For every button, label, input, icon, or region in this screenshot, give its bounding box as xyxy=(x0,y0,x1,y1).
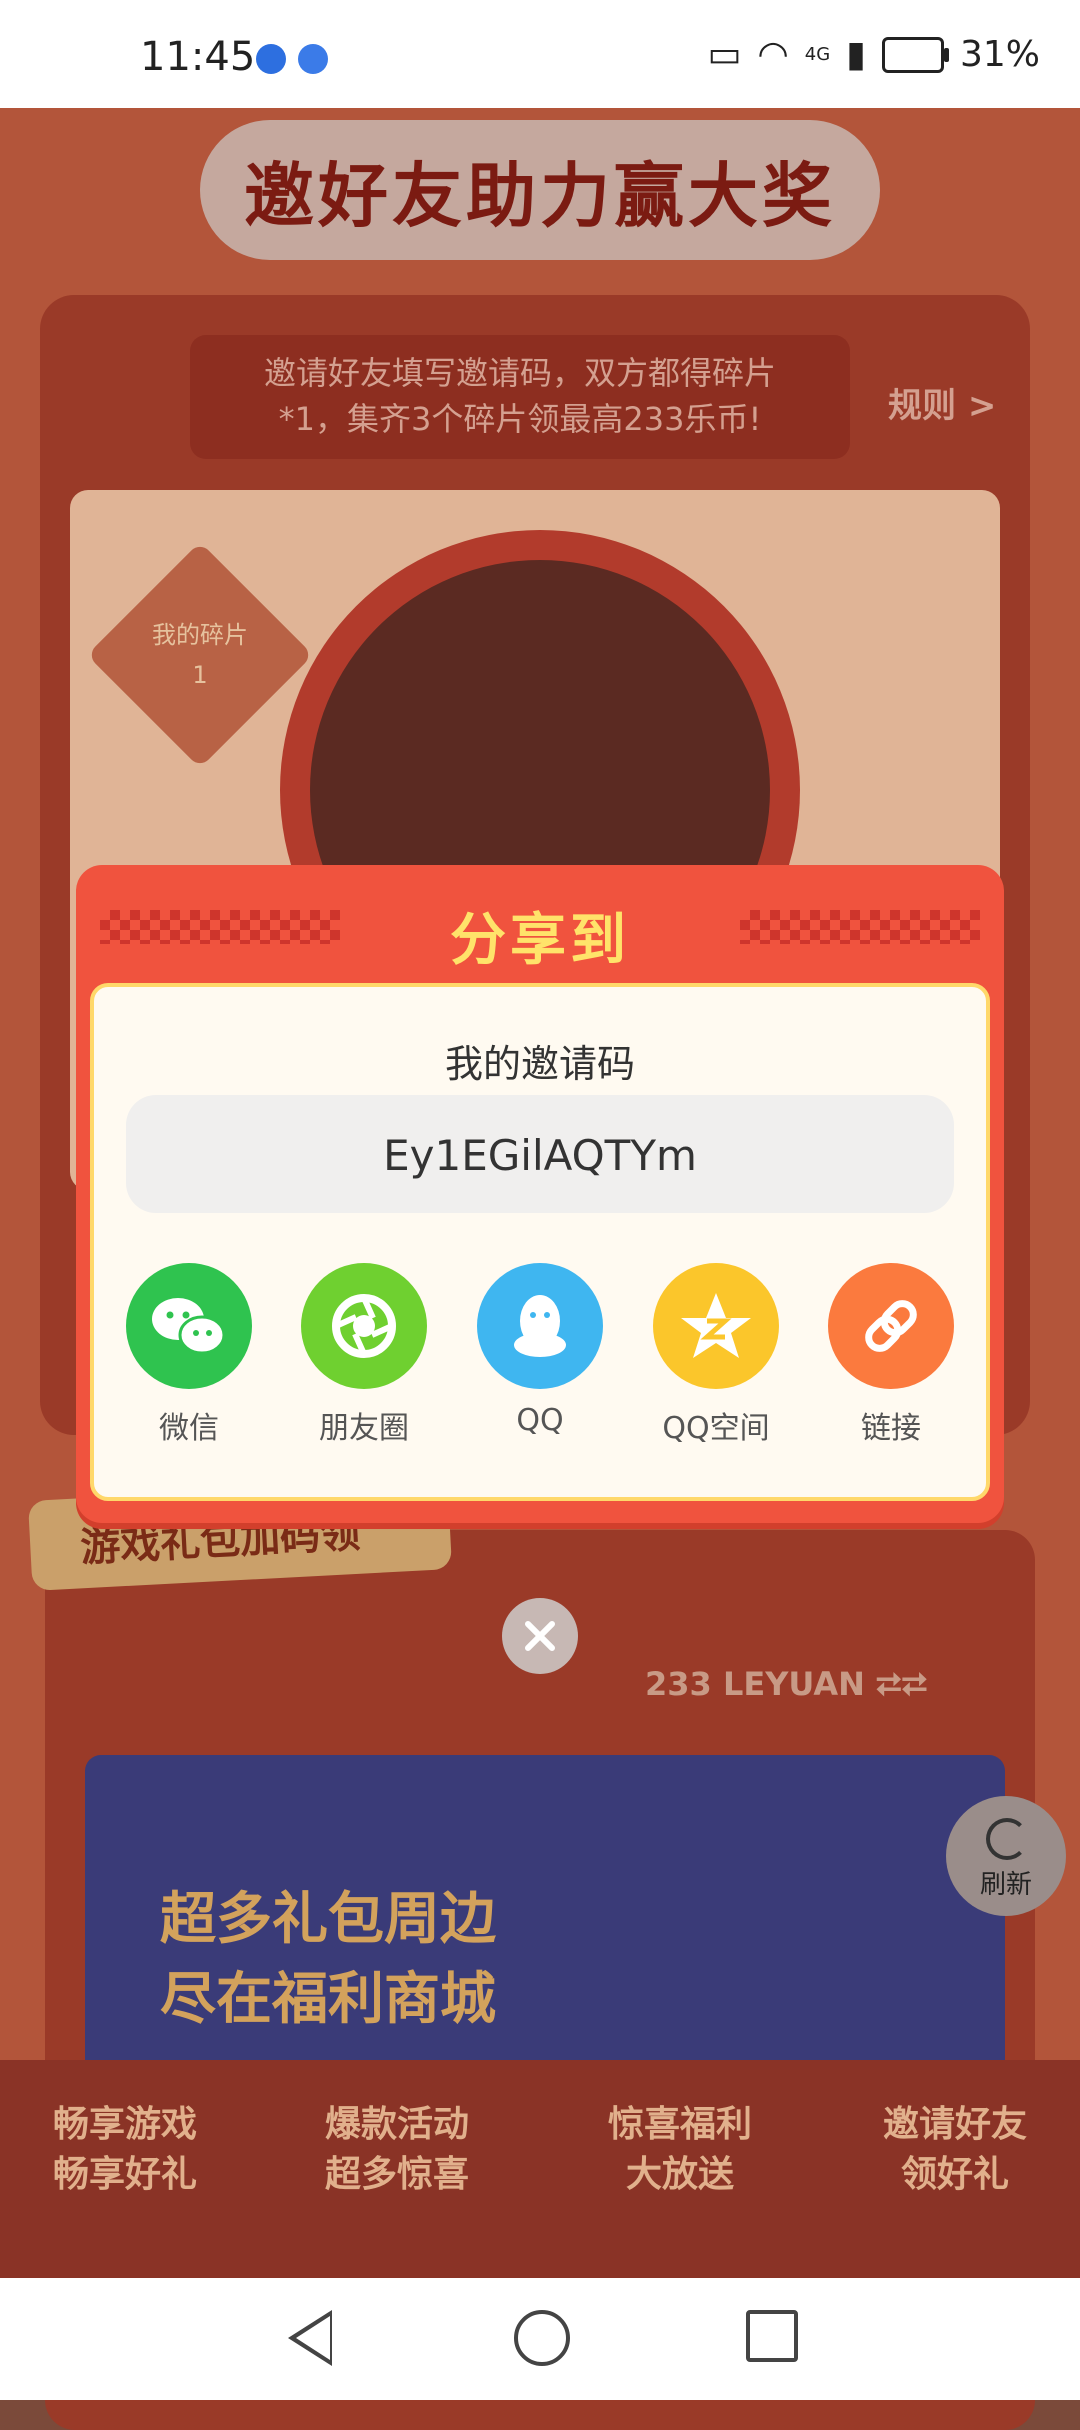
feature-caption: 邀请好友 领好礼 xyxy=(830,2100,1080,2200)
share-label: 微信 xyxy=(159,1411,219,1446)
share-modal: 分享到 我的邀请码 Ey1EGilAQTYm 微信 朋友圈 QQ QQ空间 链接 xyxy=(76,865,1004,1523)
share-moments-button[interactable]: 朋友圈 xyxy=(301,1263,427,1447)
fragment-badge-label: 我的碎片 xyxy=(152,621,248,649)
feature-caption-line: 爆款活动 xyxy=(324,2104,469,2145)
feature-caption-line: 大放送 xyxy=(625,2154,734,2195)
battery-level: 31% xyxy=(959,34,1040,75)
page-title: 邀好友助力赢大奖 xyxy=(244,155,836,237)
share-qzone-button[interactable]: QQ空间 xyxy=(653,1263,779,1447)
share-label: 朋友圈 xyxy=(319,1411,409,1446)
share-link-button[interactable]: 链接 xyxy=(828,1263,954,1447)
banner-line-2: 尽在福利商城 xyxy=(160,1967,496,2032)
baidu-icon xyxy=(256,44,286,74)
feature-caption-line: 畅享游戏 xyxy=(52,2104,197,2145)
share-qq-button[interactable]: QQ xyxy=(477,1263,603,1438)
refresh-button[interactable]: 刷新 xyxy=(946,1796,1066,1916)
network-type: 4G xyxy=(804,44,831,65)
qq-icon xyxy=(477,1263,603,1389)
share-wechat-button[interactable]: 微信 xyxy=(126,1263,252,1447)
rules-link[interactable]: 规则 > xyxy=(888,378,996,427)
browser-icon xyxy=(298,44,328,74)
recents-icon[interactable] xyxy=(746,2310,798,2362)
feature-caption-line: 邀请好友 xyxy=(882,2104,1027,2145)
invite-code-label: 我的邀请码 xyxy=(444,1042,635,1086)
feature-caption-line: 领好礼 xyxy=(900,2154,1009,2195)
brand-label: 233 LEYUAN ⮂⮂ xyxy=(645,1665,927,1704)
signal-icon: ▮ xyxy=(846,34,866,75)
refresh-label: 刷新 xyxy=(979,1870,1032,1900)
back-icon-inner xyxy=(296,2316,330,2360)
feature-caption: 爆款活动 超多惊喜 xyxy=(272,2100,522,2200)
share-label: 链接 xyxy=(861,1411,921,1446)
share-label: QQ空间 xyxy=(662,1411,770,1446)
close-modal-button[interactable] xyxy=(502,1598,578,1674)
banner-line-1: 超多礼包周边 xyxy=(160,1887,496,1952)
feature-caption: 惊喜福利 大放送 xyxy=(555,2100,805,2200)
invite-code-value[interactable]: Ey1EGilAQTYm xyxy=(76,1131,1004,1180)
link-icon xyxy=(828,1263,954,1389)
status-right: ▭ ◠ 4G ▮ 31% xyxy=(707,34,1040,75)
modal-title: 分享到 xyxy=(450,908,630,973)
fragment-count: 1 xyxy=(192,661,208,689)
wechat-icon xyxy=(126,1263,252,1389)
status-bar: 11:45 ▭ ◠ 4G ▮ 31% xyxy=(0,0,1080,108)
home-icon[interactable] xyxy=(514,2310,570,2366)
rules-line-1: 邀请好友填写邀请码，双方都得碎片 xyxy=(263,354,776,392)
brand-text: 233 LEYUAN xyxy=(645,1665,865,1703)
cast-icon: ▭ xyxy=(707,34,742,75)
feature-caption-line: 惊喜福利 xyxy=(607,2104,752,2145)
share-label: QQ xyxy=(516,1403,564,1438)
rules-description: 邀请好友填写邀请码，双方都得碎片 *1，集齐3个碎片领最高233乐币! xyxy=(200,350,840,442)
qzone-icon xyxy=(653,1263,779,1389)
status-time: 11:45 xyxy=(140,34,256,80)
wifi-icon: ◠ xyxy=(757,34,789,75)
battery-icon xyxy=(881,36,949,73)
arrows-icon: ⮂⮂ xyxy=(876,1665,928,1703)
system-nav-bar xyxy=(0,2278,1080,2400)
refresh-icon xyxy=(986,1818,1028,1860)
mall-banner-text: 超多礼包周边 尽在福利商城 xyxy=(160,1880,580,2040)
feature-caption: 畅享游戏 畅享好礼 xyxy=(0,2100,250,2200)
moments-icon xyxy=(301,1263,427,1389)
rules-line-2: *1，集齐3个碎片领最高233乐币! xyxy=(278,400,762,438)
feature-caption-line: 畅享好礼 xyxy=(52,2154,197,2195)
feature-caption-line: 超多惊喜 xyxy=(324,2154,469,2195)
fragment-badge-text: 我的碎片 1 xyxy=(120,615,280,695)
